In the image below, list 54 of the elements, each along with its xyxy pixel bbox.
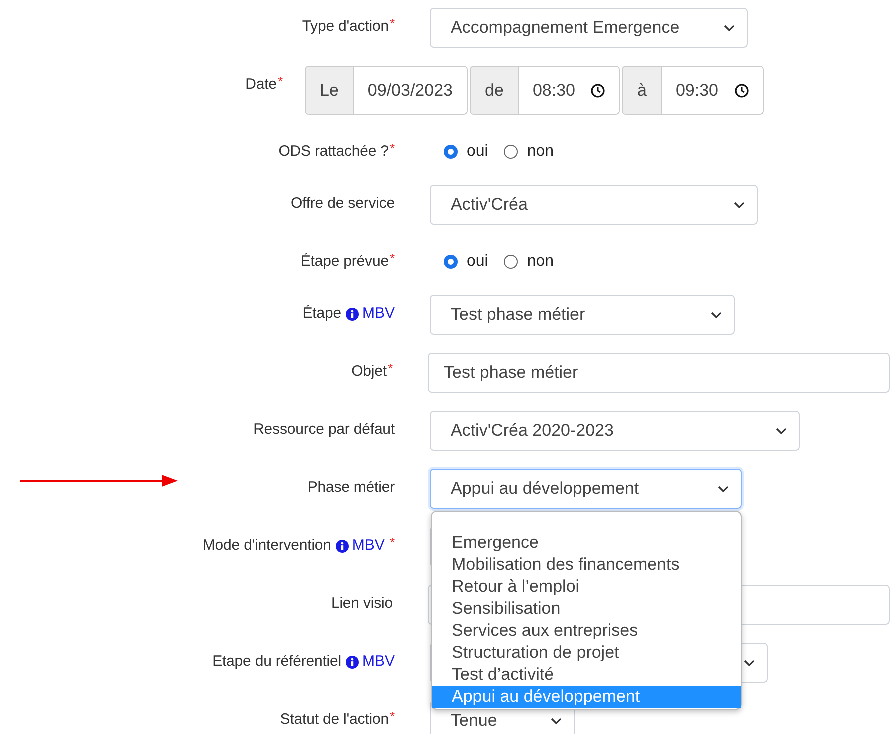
required-mark: * [388, 362, 393, 376]
select-field[interactable]: Test phase métier [430, 295, 735, 335]
chevron-down-icon [744, 660, 755, 666]
chevron-down-icon [711, 312, 722, 318]
dropdown-option[interactable]: Sensibilisation [432, 598, 741, 620]
field-label: Offre de service [290, 194, 395, 214]
dropdown-option[interactable]: Emergence [432, 532, 741, 554]
radio-label: non [527, 142, 554, 162]
radio-button[interactable] [504, 255, 518, 269]
field-label: Étape [302, 304, 342, 324]
dropdown-option[interactable]: Retour à l’emploi [432, 576, 741, 598]
info-icon [346, 656, 360, 669]
radio-button[interactable] [444, 255, 458, 269]
info-link[interactable]: MBV [362, 304, 395, 324]
radio-label: non [527, 252, 554, 272]
field-label: Lien visio [331, 594, 393, 614]
field-label: Etape du référentiel [212, 652, 342, 672]
required-mark: * [278, 75, 283, 89]
select-field[interactable]: Activ'Créa [430, 185, 758, 225]
radio-label: oui [467, 252, 488, 272]
select-field[interactable]: Appui au développement [430, 469, 742, 509]
chevron-down-icon [551, 718, 562, 724]
field-label: Statut de l'action [280, 710, 389, 730]
required-mark: * [390, 252, 395, 266]
select-field[interactable]: Activ'Créa 2020-2023 [430, 411, 800, 451]
field-label: Date [246, 75, 277, 95]
field-label: Mode d'intervention [202, 536, 332, 556]
field-label: Phase métier [308, 478, 395, 498]
info-icon [346, 308, 360, 321]
text-field[interactable]: Test phase métier [428, 353, 890, 393]
info-icon [336, 540, 350, 553]
field-label: Ressource par défaut [254, 420, 395, 440]
chevron-down-icon [734, 202, 745, 208]
radio-button[interactable] [444, 145, 458, 159]
required-mark: * [390, 536, 395, 550]
info-link[interactable]: MBV [352, 536, 385, 556]
select-field[interactable]: Accompagnement Emergence [430, 8, 748, 48]
dropdown-option[interactable]: Services aux entreprises [432, 620, 741, 642]
field-label: ODS rattachée ? [278, 142, 389, 162]
field-label: Étape prévue [300, 252, 389, 272]
chevron-down-icon [718, 486, 729, 492]
dropdown-option[interactable]: Test d’activité [432, 664, 741, 686]
required-mark: * [390, 710, 395, 724]
chevron-down-icon [724, 24, 735, 32]
field-label: Objet [352, 362, 387, 382]
field-label: Type d'action [302, 17, 389, 37]
radio-label: oui [467, 142, 488, 162]
info-link[interactable]: MBV [362, 652, 395, 672]
chevron-down-icon [776, 428, 787, 434]
radio-button[interactable] [504, 145, 518, 159]
required-mark: * [390, 142, 395, 156]
dropdown-option[interactable]: Mobilisation des financements [432, 554, 741, 576]
dropdown-option[interactable]: Structuration de projet [432, 642, 741, 664]
required-mark: * [390, 17, 395, 31]
